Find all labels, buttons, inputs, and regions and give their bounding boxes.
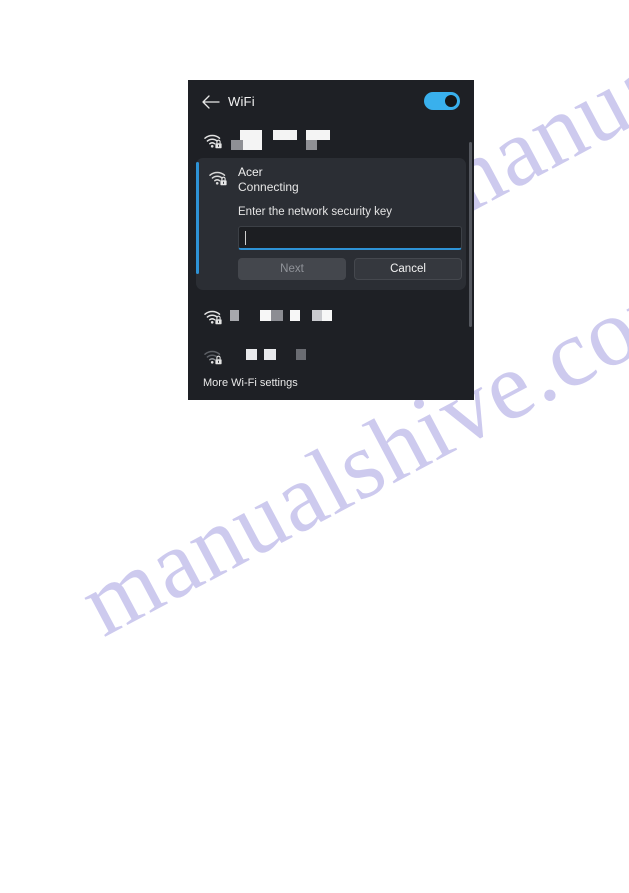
- panel-header: WiFi: [188, 80, 474, 122]
- more-wifi-settings-link[interactable]: More Wi-Fi settings: [203, 377, 298, 389]
- wifi-secured-icon: [203, 131, 223, 151]
- back-arrow-icon[interactable]: [200, 93, 222, 111]
- redacted-network-name-3: [228, 306, 348, 326]
- security-key-input[interactable]: [238, 226, 462, 250]
- network-row-3[interactable]: [188, 298, 474, 336]
- panel-scrollbar[interactable]: [469, 142, 472, 327]
- text-caret: [245, 231, 246, 245]
- prompt-button-row: Next Cancel: [238, 258, 462, 280]
- network-name-acer: Acer: [238, 165, 263, 179]
- network-row-acer[interactable]: Acer Connecting Enter the network securi…: [196, 158, 466, 290]
- page-title: WiFi: [228, 94, 255, 109]
- network-row-1[interactable]: [188, 122, 474, 158]
- selected-accent-bar: [196, 162, 199, 274]
- security-key-label: Enter the network security key: [238, 206, 393, 218]
- wifi-flyout-panel: WiFi Acer Connecting Enter the network s…: [188, 80, 474, 400]
- network-row-4[interactable]: [188, 338, 474, 376]
- wifi-secured-icon: [203, 307, 223, 327]
- next-button[interactable]: Next: [238, 258, 346, 280]
- redacted-network-name-4: [228, 346, 348, 366]
- toggle-knob: [445, 95, 457, 107]
- redacted-network-name-1: [228, 128, 338, 152]
- wifi-secured-weak-icon: [203, 347, 223, 367]
- network-status-acer: Connecting: [238, 180, 299, 194]
- cancel-button[interactable]: Cancel: [354, 258, 462, 280]
- wifi-toggle[interactable]: [424, 92, 460, 110]
- wifi-secured-icon: [208, 168, 228, 188]
